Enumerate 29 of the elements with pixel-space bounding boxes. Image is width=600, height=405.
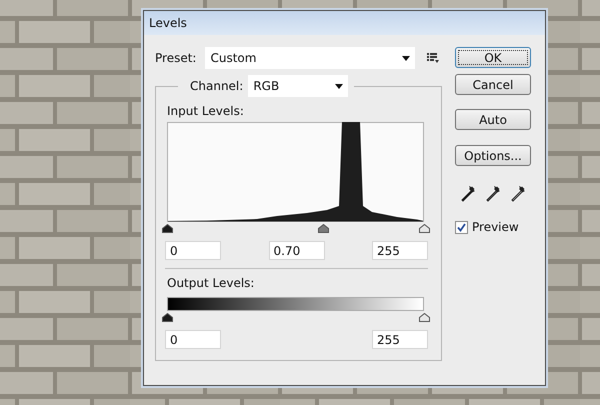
input-field[interactable]: 255 xyxy=(372,330,428,349)
preset-dropdown[interactable]: Custom xyxy=(205,47,416,69)
input-field[interactable]: 255 xyxy=(372,241,428,260)
output-levels-label: Output Levels: xyxy=(167,276,256,290)
caret-icon xyxy=(402,56,410,60)
slider-thumb[interactable] xyxy=(162,313,172,322)
preset-label: Preset: xyxy=(155,51,196,65)
dialog-button[interactable]: Auto xyxy=(455,109,531,130)
eyedropper-icon[interactable] xyxy=(460,186,475,202)
caret-icon xyxy=(335,84,344,88)
preview-label: Preview xyxy=(472,220,519,234)
preview-checkbox[interactable] xyxy=(455,220,468,234)
input-field[interactable]: 0 xyxy=(165,241,221,260)
channel-dropdown[interactable]: RGB xyxy=(248,75,348,97)
slider-thumb[interactable] xyxy=(162,224,172,233)
slider-thumb[interactable] xyxy=(418,313,430,322)
slider-thumb[interactable] xyxy=(318,224,330,233)
dialog-button[interactable]: Options... xyxy=(455,145,531,166)
channel-label: Channel: xyxy=(190,79,244,93)
eyedropper-icon[interactable] xyxy=(486,186,500,202)
dialog-button[interactable]: Cancel xyxy=(455,74,531,95)
input-levels-label: Input Levels: xyxy=(167,104,245,118)
dialog-button[interactable]: OK xyxy=(455,47,531,68)
list-menu-icon xyxy=(427,53,440,63)
input-field[interactable]: 0.70 xyxy=(268,241,324,260)
eyedropper-icon[interactable] xyxy=(511,186,526,202)
input-field[interactable]: 0 xyxy=(165,330,221,349)
slider-thumb[interactable] xyxy=(418,224,430,233)
window-title: Levels xyxy=(149,16,187,30)
